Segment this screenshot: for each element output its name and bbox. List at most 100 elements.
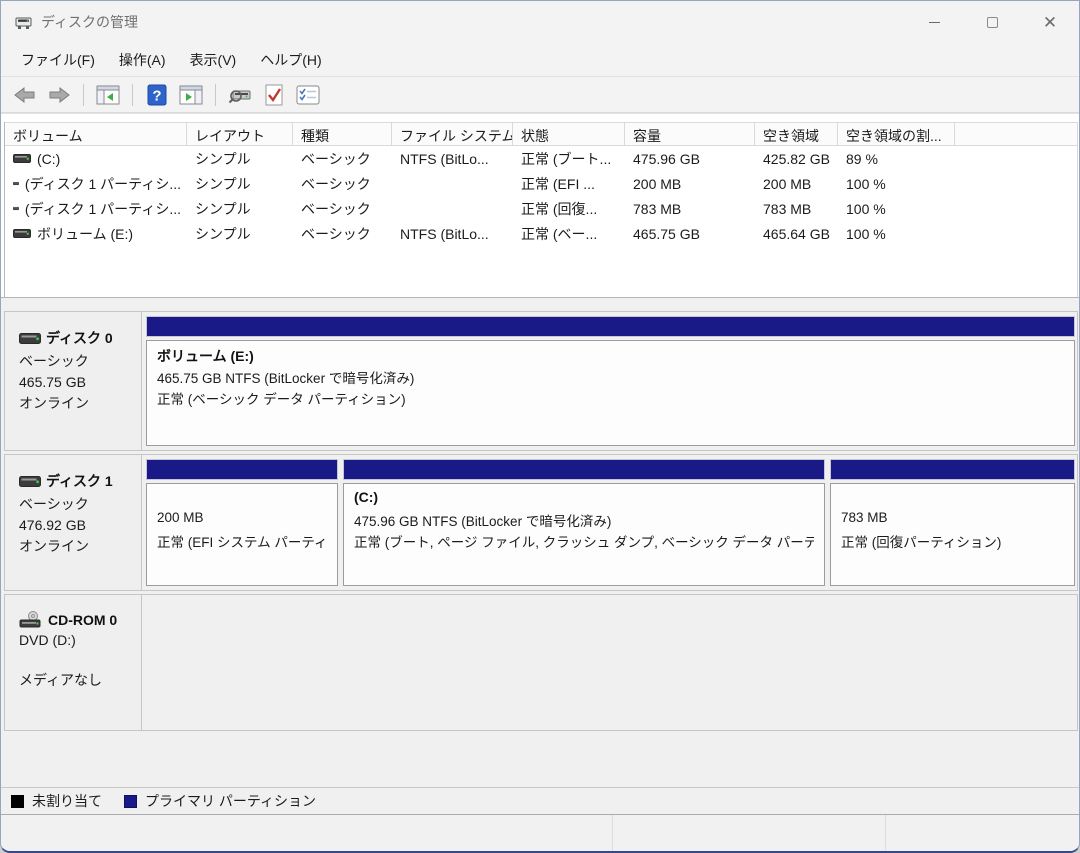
partition-recovery[interactable]: 783 MB 正常 (回復パーティション): [830, 459, 1075, 586]
volume-icon: [13, 179, 19, 188]
close-button[interactable]: ✕: [1021, 1, 1079, 43]
cell-status: 正常 (回復...: [513, 199, 625, 219]
status-segment: [886, 815, 1080, 852]
disk-icon: [19, 476, 41, 487]
disk-type: ベーシック: [19, 351, 135, 371]
back-button[interactable]: [11, 82, 39, 108]
partition-e[interactable]: ボリューム (E:) 465.75 GB NTFS (BitLocker で暗号…: [146, 316, 1075, 446]
maximize-button[interactable]: [963, 1, 1021, 43]
volume-list-header: ボリューム レイアウト 種類 ファイル システム 状態 容量 空き領域 空き領域…: [5, 122, 1077, 146]
table-row[interactable]: ボリューム (E:) シンプル ベーシック NTFS (BitLo... 正常 …: [5, 221, 1077, 246]
volume-icon: [13, 204, 19, 213]
minimize-icon: [929, 22, 940, 23]
partition-size-line: 783 MB: [841, 510, 1064, 531]
cell-capacity: 465.75 GB: [625, 226, 755, 242]
disk-size: 476.92 GB: [19, 517, 135, 533]
cell-free: 425.82 GB: [755, 151, 838, 167]
help-button[interactable]: ?: [143, 82, 171, 108]
menu-view[interactable]: 表示(V): [178, 45, 249, 75]
rescan-disks-button[interactable]: [226, 82, 254, 108]
app-icon: [15, 15, 32, 30]
menu-action[interactable]: 操作(A): [107, 45, 178, 75]
cell-free-pct: 100 %: [838, 176, 955, 192]
volume-icon: [13, 154, 31, 163]
header-volume[interactable]: ボリューム: [5, 123, 187, 145]
cell-volume: (ディスク 1 パーティシ...: [25, 199, 181, 219]
console-tree-icon: [96, 85, 120, 105]
disk-1-panel[interactable]: ディスク 1 ベーシック 476.92 GB オンライン: [5, 455, 142, 590]
header-filesystem[interactable]: ファイル システム: [392, 123, 513, 145]
cell-filesystem: NTFS (BitLo...: [392, 151, 513, 167]
cell-status: 正常 (ブート...: [513, 149, 625, 169]
disk-1-row: ディスク 1 ベーシック 476.92 GB オンライン 200 MB 正常 (…: [4, 454, 1078, 591]
partition-title: ボリューム (E:): [157, 346, 1064, 367]
toolbar-separator: [215, 84, 216, 106]
disk-0-row: ディスク 0 ベーシック 465.75 GB オンライン ボリューム (E:) …: [4, 311, 1078, 451]
header-type[interactable]: 種類: [293, 123, 392, 145]
pane-splitter[interactable]: [1, 297, 1080, 307]
forward-button[interactable]: [45, 82, 73, 108]
cell-type: ベーシック: [293, 149, 392, 169]
disk-0-panel[interactable]: ディスク 0 ベーシック 465.75 GB オンライン: [5, 312, 142, 450]
menu-file[interactable]: ファイル(F): [9, 45, 107, 75]
minimize-button[interactable]: [905, 1, 963, 43]
header-layout[interactable]: レイアウト: [187, 123, 293, 145]
cell-free: 465.64 GB: [755, 226, 838, 242]
forward-arrow-icon: [48, 87, 70, 103]
disk-status: オンライン: [19, 536, 135, 556]
check-document-icon: [264, 84, 284, 106]
maximize-icon: [987, 17, 998, 28]
task-list-button[interactable]: [294, 82, 322, 108]
rescan-disks-icon: [228, 85, 252, 105]
partition-size-line: 475.96 GB NTFS (BitLocker で暗号化済み): [354, 510, 814, 531]
show-console-tree-button[interactable]: [94, 82, 122, 108]
graphical-view: ディスク 0 ベーシック 465.75 GB オンライン ボリューム (E:) …: [1, 307, 1080, 787]
cdrom-drive: DVD (D:): [19, 632, 135, 648]
cell-layout: シンプル: [187, 224, 293, 244]
cell-filesystem: NTFS (BitLo...: [392, 226, 513, 242]
menu-bar: ファイル(F) 操作(A) 表示(V) ヘルプ(H): [1, 43, 1079, 77]
cell-layout: シンプル: [187, 149, 293, 169]
disk-management-window: ディスクの管理 ✕ ファイル(F) 操作(A) 表示(V) ヘルプ(H): [0, 0, 1080, 853]
disk-size: 465.75 GB: [19, 374, 135, 390]
cell-layout: シンプル: [187, 174, 293, 194]
partition-c[interactable]: (C:) 475.96 GB NTFS (BitLocker で暗号化済み) 正…: [343, 459, 825, 586]
toolbar: ?: [1, 77, 1079, 113]
cell-free: 783 MB: [755, 201, 838, 217]
cell-volume: (C:): [37, 151, 60, 167]
partition-color-band: [830, 459, 1075, 480]
show-action-pane-button[interactable]: [177, 82, 205, 108]
check-document-button[interactable]: [260, 82, 288, 108]
cdrom-empty-area: [142, 595, 1077, 730]
cdrom-0-row: CD-ROM 0 DVD (D:) メディアなし: [4, 594, 1078, 731]
cdrom-status: メディアなし: [19, 670, 135, 690]
task-list-icon: [296, 85, 320, 105]
title-bar: ディスクの管理 ✕: [1, 1, 1079, 43]
window-controls: ✕: [905, 1, 1079, 43]
cell-capacity: 475.96 GB: [625, 151, 755, 167]
header-free-pct[interactable]: 空き領域の割...: [838, 123, 955, 145]
primary-partition-label: プライマリ パーティション: [145, 791, 316, 811]
disk-icon: [19, 333, 41, 344]
cdrom-name: CD-ROM 0: [48, 612, 117, 628]
primary-partition-swatch: [124, 795, 137, 808]
header-free[interactable]: 空き領域: [755, 123, 838, 145]
cdrom-0-panel[interactable]: CD-ROM 0 DVD (D:) メディアなし: [5, 595, 142, 730]
header-status[interactable]: 状態: [513, 123, 625, 145]
window-title: ディスクの管理: [41, 12, 138, 32]
partition-status-line: 正常 (回復パーティション): [841, 531, 1064, 552]
action-pane-icon: [179, 85, 203, 105]
header-filler: [955, 123, 1077, 145]
header-capacity[interactable]: 容量: [625, 123, 755, 145]
partition-efi[interactable]: 200 MB 正常 (EFI システム パーティ: [146, 459, 338, 586]
cell-type: ベーシック: [293, 199, 392, 219]
svg-text:?: ?: [152, 87, 161, 104]
status-bar: [1, 814, 1080, 852]
table-row[interactable]: (ディスク 1 パーティシ... シンプル ベーシック 正常 (回復... 78…: [5, 196, 1077, 221]
cell-capacity: 783 MB: [625, 201, 755, 217]
table-row[interactable]: (ディスク 1 パーティシ... シンプル ベーシック 正常 (EFI ... …: [5, 171, 1077, 196]
toolbar-separator: [132, 84, 133, 106]
cell-status: 正常 (ベー...: [513, 224, 625, 244]
menu-help[interactable]: ヘルプ(H): [248, 45, 333, 75]
table-row[interactable]: (C:) シンプル ベーシック NTFS (BitLo... 正常 (ブート..…: [5, 146, 1077, 171]
